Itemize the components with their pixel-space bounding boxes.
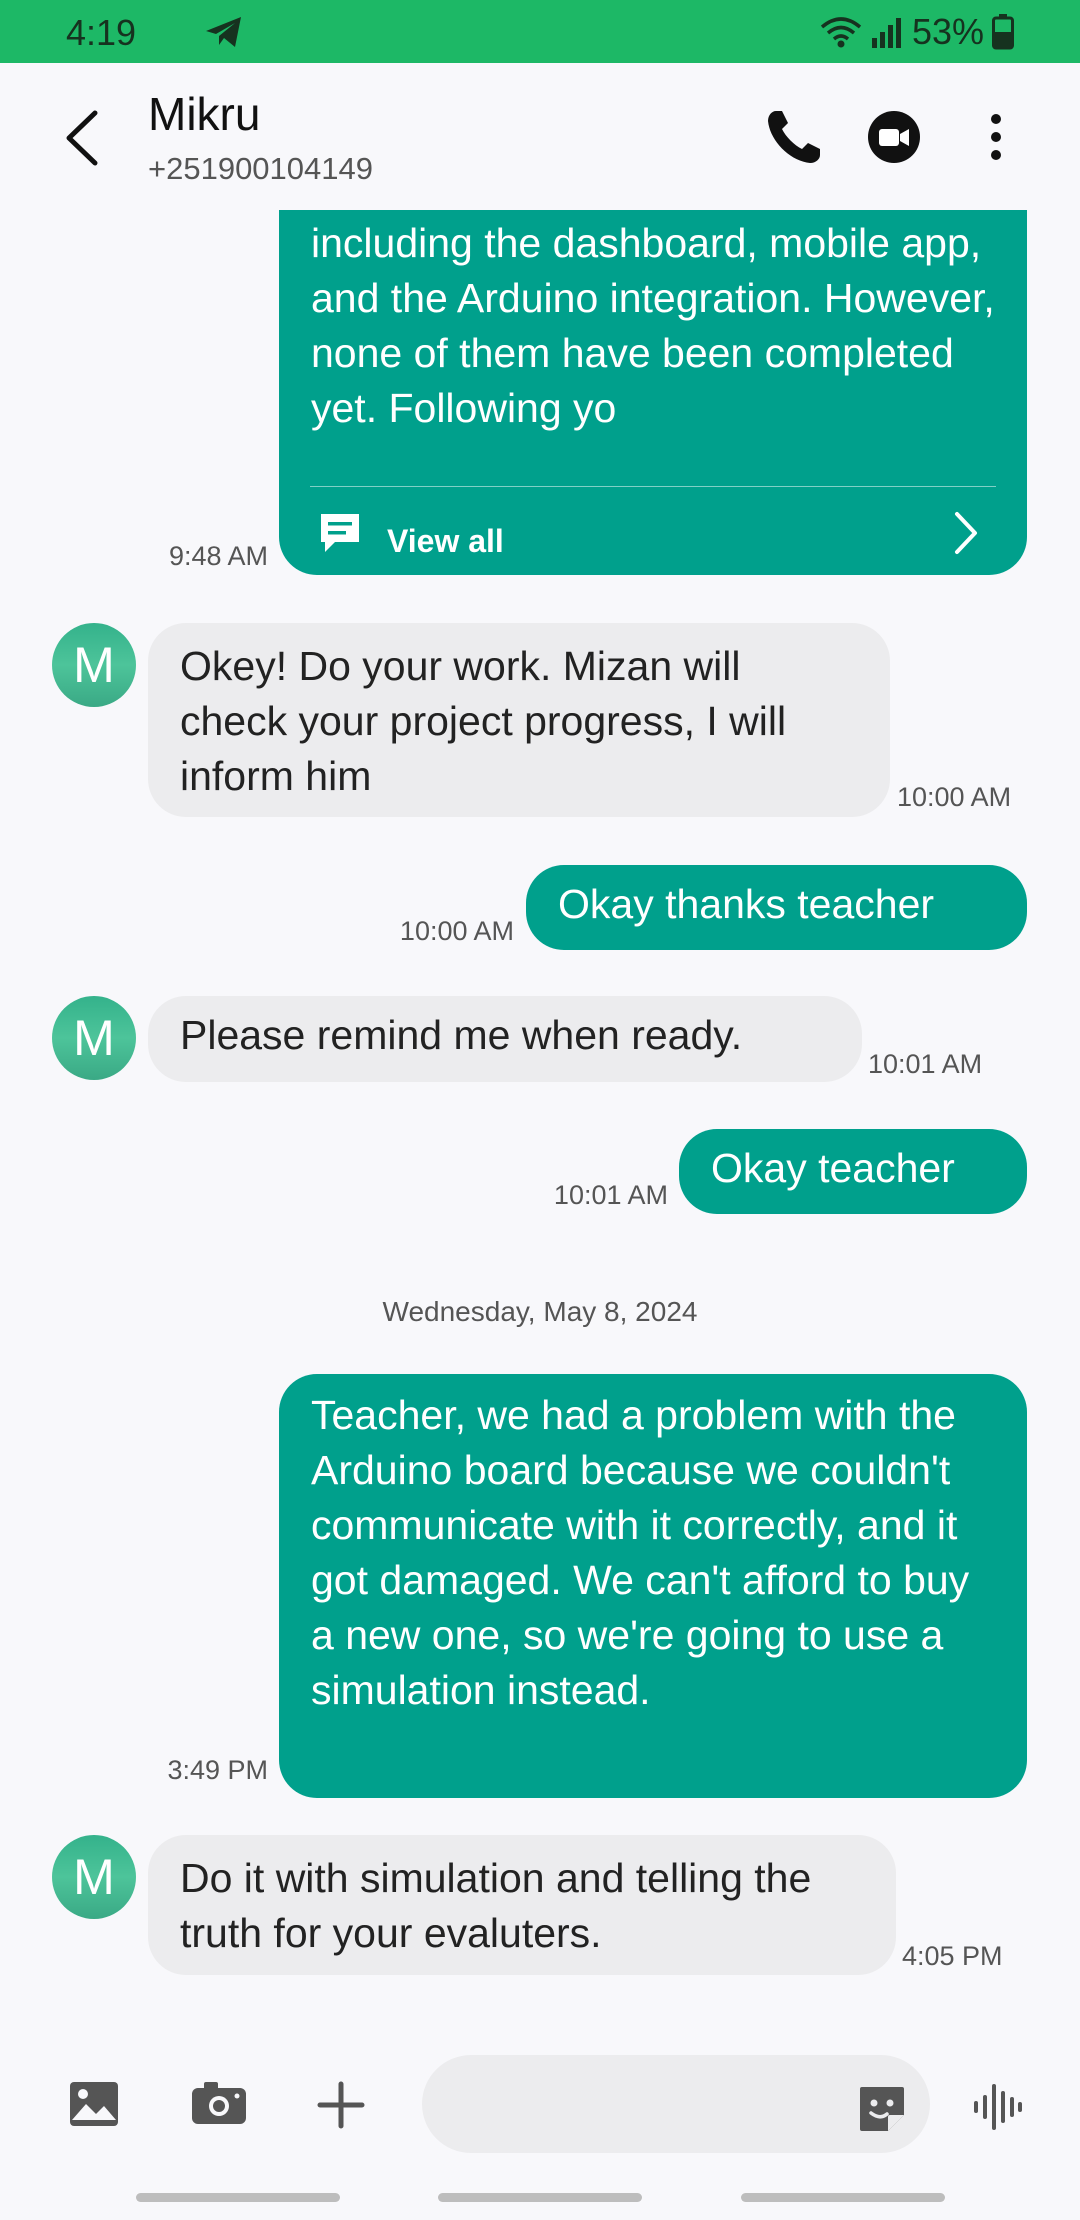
avatar[interactable]: M (52, 996, 136, 1080)
status-indicators: 53% (820, 10, 1014, 54)
message-text: Do it with simulation and telling the tr… (180, 1855, 812, 1956)
status-time: 4:19 (66, 12, 137, 53)
nav-home-handle[interactable] (438, 2193, 642, 2202)
nav-recents-handle[interactable] (136, 2193, 340, 2202)
message-text: Okay teacher (711, 1145, 955, 1191)
contact-phone: +251900104149 (148, 151, 373, 186)
message-bubble-outgoing[interactable]: including the dashboard, mobile app, and… (279, 210, 1027, 575)
message-time: 3:49 PM (167, 1755, 268, 1785)
message-bubble-outgoing[interactable]: Okay thanks teacher (526, 865, 1027, 950)
plus-icon[interactable] (316, 2080, 366, 2130)
contact-name[interactable]: Mikru (148, 87, 260, 141)
message-bubble-outgoing[interactable]: Teacher, we had a problem with the Ardui… (279, 1374, 1027, 1798)
message-time: 9:48 AM (168, 541, 268, 571)
avatar[interactable]: M (52, 1835, 136, 1919)
status-bar: 4:19 53% (0, 0, 1080, 63)
message-list[interactable]: including the dashboard, mobile app, and… (0, 210, 1080, 2010)
message-time: 10:01 AM (868, 1049, 983, 1079)
sticker-icon[interactable] (856, 2083, 908, 2135)
message-time: 10:01 AM (553, 1180, 668, 1210)
message-time: 4:05 PM (902, 1941, 1003, 1971)
phone-call-icon[interactable] (762, 105, 826, 169)
date-separator: Wednesday, May 8, 2024 (382, 1296, 698, 1327)
composer-bar (0, 2010, 1080, 2190)
view-all-button[interactable]: View all (279, 502, 1027, 566)
message-text: Okay thanks teacher (558, 881, 935, 927)
message-time: 10:00 AM (399, 916, 514, 946)
wifi-icon (820, 17, 862, 48)
back-arrow-icon[interactable] (55, 105, 115, 171)
camera-icon[interactable] (190, 2080, 248, 2128)
message-bubble-incoming[interactable]: Please remind me when ready. (148, 996, 862, 1082)
battery-icon (992, 14, 1014, 50)
message-text: Please remind me when ready. (180, 1012, 743, 1058)
message-bubble-incoming[interactable]: Do it with simulation and telling the tr… (148, 1835, 896, 1975)
telegram-notification-icon (206, 17, 241, 47)
divider (310, 486, 996, 487)
video-call-icon[interactable] (862, 105, 926, 169)
conversation-header: Mikru +251900104149 (0, 63, 1080, 210)
chevron-right-icon (955, 512, 977, 554)
gallery-icon[interactable] (68, 2080, 120, 2128)
nav-back-handle[interactable] (741, 2193, 945, 2202)
more-options-icon[interactable] (964, 105, 1028, 169)
message-bubble-incoming[interactable]: Okey! Do your work. Mizan will check you… (148, 623, 890, 817)
signal-icon (871, 18, 901, 48)
message-time: 10:00 AM (897, 782, 1012, 812)
message-text: Okey! Do your work. Mizan will check you… (180, 643, 787, 799)
message-text: Teacher, we had a problem with the Ardui… (311, 1392, 970, 1713)
message-bubble-outgoing[interactable]: Okay teacher (679, 1129, 1027, 1214)
battery-percent: 53% (911, 11, 984, 52)
message-text: including the dashboard, mobile app, and… (311, 220, 995, 431)
voice-icon[interactable] (972, 2082, 1024, 2132)
message-icon (321, 514, 359, 552)
view-all-label: View all (387, 523, 504, 559)
avatar[interactable]: M (52, 623, 136, 707)
message-input[interactable] (422, 2055, 930, 2153)
